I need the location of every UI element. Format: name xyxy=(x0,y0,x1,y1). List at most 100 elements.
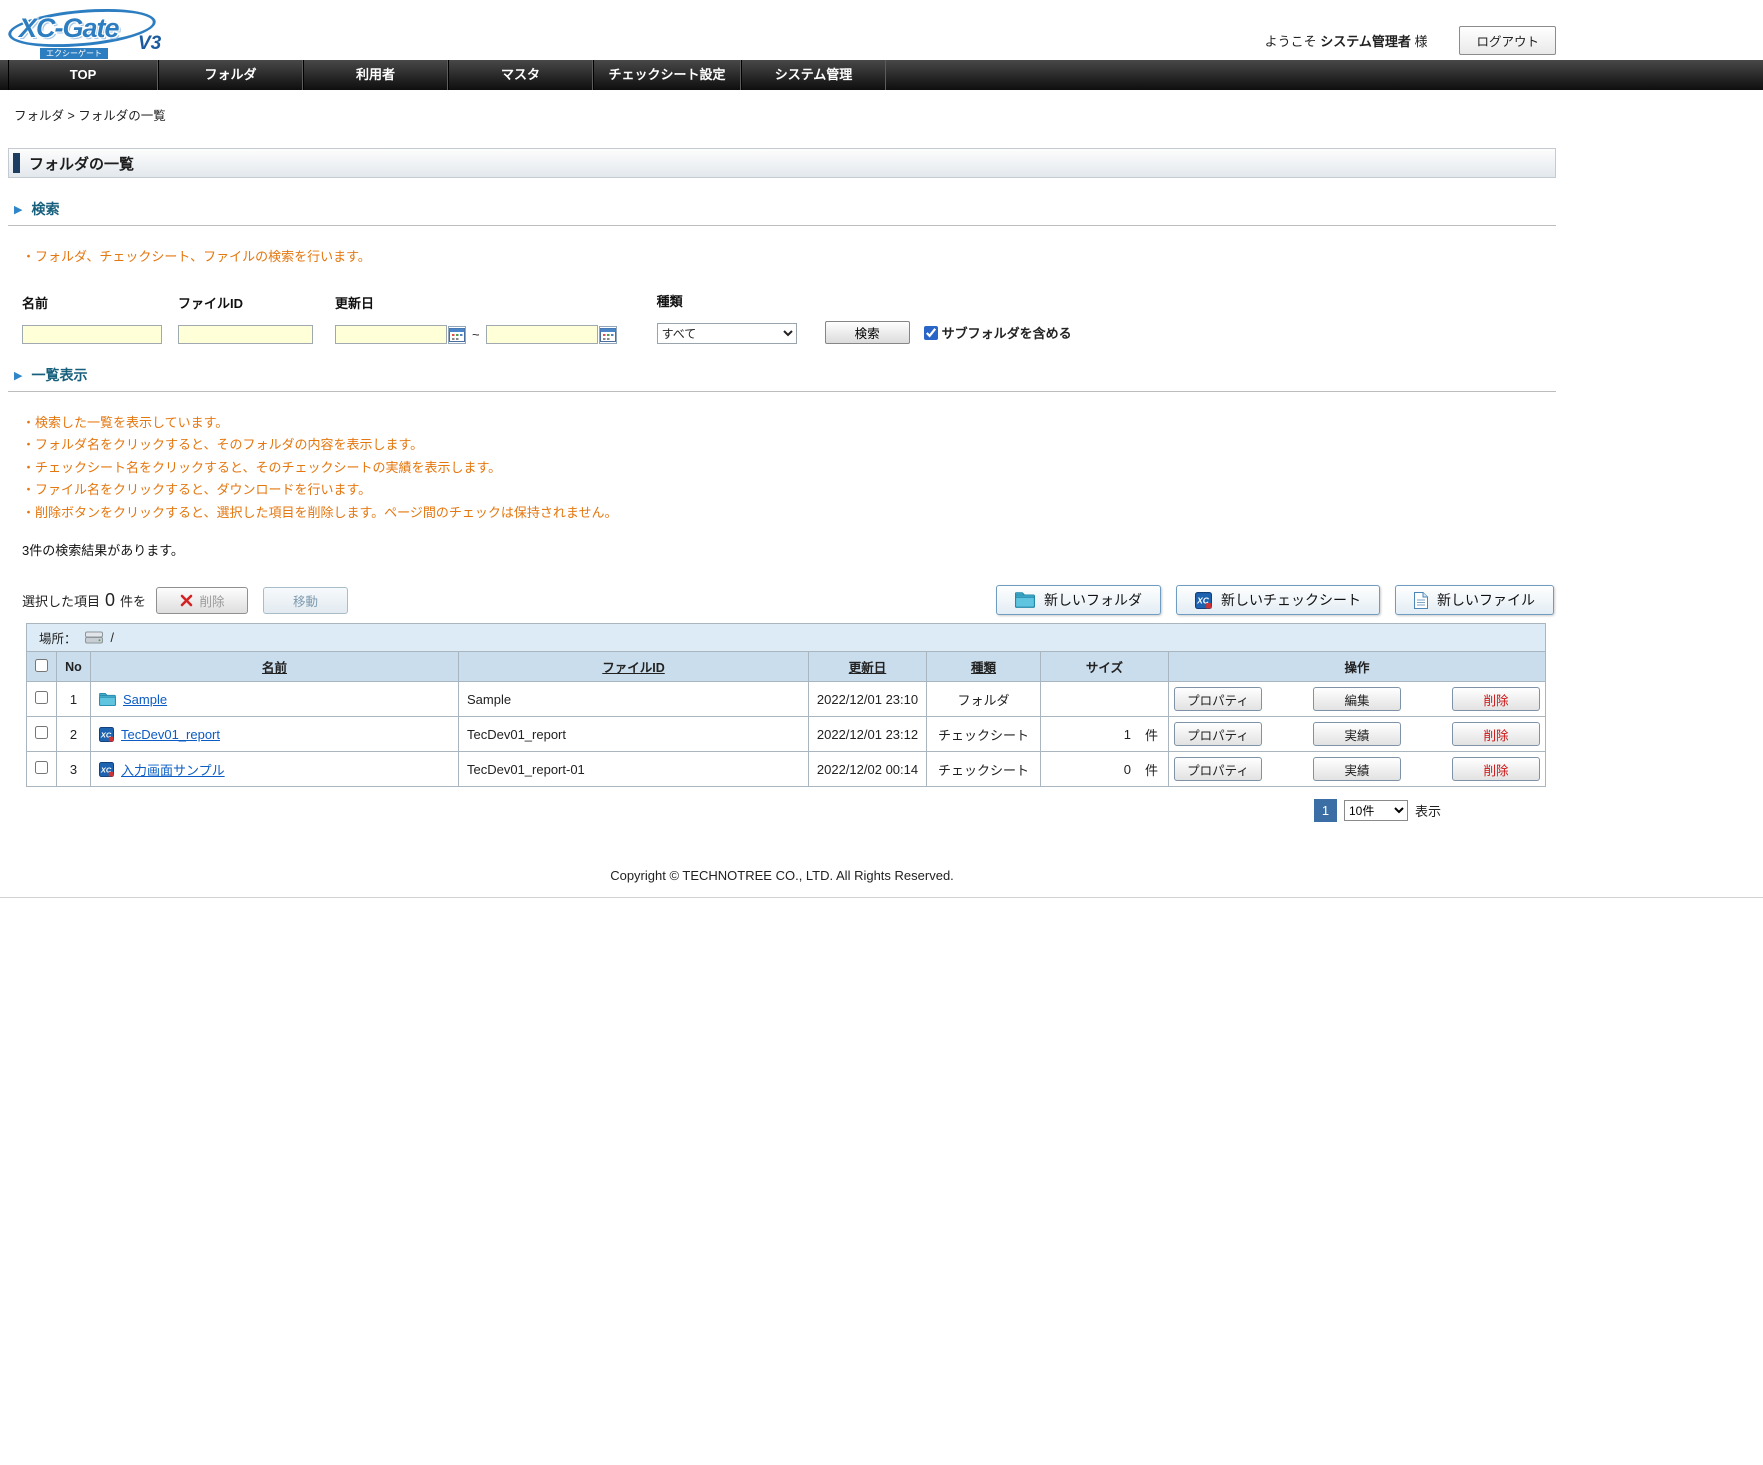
row-name-link[interactable]: Sample xyxy=(123,692,167,707)
location-label: 場所： xyxy=(39,628,77,647)
name-field: 名前 xyxy=(22,293,162,344)
row-checkbox[interactable] xyxy=(35,726,48,739)
file-id-label: ファイルID xyxy=(178,293,313,312)
col-header-size: サイズ xyxy=(1041,652,1169,682)
nav-item-users[interactable]: 利用者 xyxy=(303,60,448,90)
row-actions-cell: プロパティ 実績 削除 xyxy=(1169,752,1546,787)
create-buttons: 新しいフォルダ XC 新しいチェックシート 新しいファイル xyxy=(996,585,1554,615)
help-line: ・検索した一覧を表示しています。 xyxy=(22,412,1556,434)
row-checkbox[interactable] xyxy=(35,761,48,774)
breadcrumb-current: フォルダの一覧 xyxy=(78,109,166,123)
breadcrumb: フォルダ > フォルダの一覧 xyxy=(14,105,1556,124)
row-checkbox-cell xyxy=(27,717,57,752)
date-from-input[interactable] xyxy=(335,325,447,344)
subfolder-checkbox[interactable] xyxy=(924,326,938,340)
col-header-updated[interactable]: 更新日 xyxy=(809,652,927,682)
property-button[interactable]: プロパティ xyxy=(1174,757,1262,781)
help-line: ・ファイル名をクリックすると、ダウンロードを行います。 xyxy=(22,479,1556,501)
help-line: ・チェックシート名をクリックすると、そのチェックシートの実績を表示します。 xyxy=(22,457,1556,479)
edit-button[interactable]: 編集 xyxy=(1313,687,1401,711)
calendar-icon-button[interactable] xyxy=(448,326,466,344)
breadcrumb-folder[interactable]: フォルダ xyxy=(14,109,64,123)
new-file-button[interactable]: 新しいファイル xyxy=(1395,585,1554,615)
updated-date-field: 更新日 ~ xyxy=(335,293,617,344)
bottom-divider xyxy=(0,897,1763,898)
list-help-text: ・検索した一覧を表示しています。 ・フォルダ名をクリックすると、そのフォルダの内… xyxy=(22,412,1556,524)
search-section-title: 検索 xyxy=(31,199,59,219)
per-page-select[interactable]: 10件 xyxy=(1344,800,1408,821)
type-select[interactable]: すべて xyxy=(657,323,797,344)
table-header-row: No 名前 ファイルID 更新日 種類 サイズ 操作 xyxy=(27,652,1546,682)
row-type: チェックシート xyxy=(927,717,1041,752)
col-header-file-id[interactable]: ファイルID xyxy=(459,652,809,682)
nav-item-master[interactable]: マスタ xyxy=(448,60,593,90)
drive-icon[interactable] xyxy=(85,631,103,644)
property-button[interactable]: プロパティ xyxy=(1174,687,1262,711)
triangle-right-icon: ▶ xyxy=(14,369,22,382)
nav-item-checksheet-settings[interactable]: チェックシート設定 xyxy=(593,60,741,90)
breadcrumb-separator: > xyxy=(68,109,75,123)
bulk-delete-label: 削除 xyxy=(200,591,225,610)
results-button[interactable]: 実績 xyxy=(1313,722,1401,746)
row-size-unit: 件 xyxy=(1145,760,1158,779)
new-folder-button[interactable]: 新しいフォルダ xyxy=(996,585,1161,615)
nav-item-system-admin[interactable]: システム管理 xyxy=(741,60,886,90)
logout-button[interactable]: ログアウト xyxy=(1459,26,1556,55)
col-header-no: No xyxy=(57,652,91,682)
row-updated: 2022/12/02 00:14 xyxy=(809,752,927,787)
nav-item-top[interactable]: TOP xyxy=(8,60,158,90)
bulk-move-button[interactable]: 移動 xyxy=(263,587,348,614)
delete-button[interactable]: 削除 xyxy=(1452,722,1540,746)
search-section-header[interactable]: ▶ 検索 xyxy=(8,194,1556,226)
row-size-cell xyxy=(1041,682,1169,717)
new-file-label: 新しいファイル xyxy=(1437,590,1535,610)
row-name-link[interactable]: TecDev01_report xyxy=(121,727,220,742)
header-right: ようこそ システム管理者 様 ログアウト xyxy=(1265,26,1556,55)
nav-item-folder[interactable]: フォルダ xyxy=(158,60,303,90)
selected-items-prefix: 選択した項目 xyxy=(22,591,100,610)
row-size-value: 0 xyxy=(1124,762,1131,777)
calendar-icon-button[interactable] xyxy=(599,326,617,344)
results-button[interactable]: 実績 xyxy=(1313,757,1401,781)
list-section-title: 一覧表示 xyxy=(31,365,87,385)
select-all-checkbox[interactable] xyxy=(35,659,48,672)
name-input[interactable] xyxy=(22,325,162,344)
date-to-input[interactable] xyxy=(486,325,598,344)
title-accent-bar xyxy=(13,153,20,173)
page-title-bar: フォルダの一覧 xyxy=(8,148,1556,178)
row-file-id: TecDev01_report xyxy=(459,717,809,752)
row-name-cell: XC TecDev01_report xyxy=(91,717,459,752)
new-checksheet-button[interactable]: XC 新しいチェックシート xyxy=(1176,585,1380,615)
bulk-delete-button[interactable]: 削除 xyxy=(156,587,248,614)
selected-items-suffix: 件を xyxy=(120,591,146,610)
search-button[interactable]: 検索 xyxy=(825,321,910,344)
row-checkbox[interactable] xyxy=(35,691,48,704)
logo-version: V3 xyxy=(138,33,161,55)
page-number-button[interactable]: 1 xyxy=(1314,799,1337,822)
file-id-field: ファイルID xyxy=(178,293,313,344)
xc-gate-logo[interactable]: XC-Gate V3 エクシーゲート xyxy=(8,6,208,60)
row-name-link[interactable]: 入力画面サンプル xyxy=(121,760,225,779)
row-updated: 2022/12/01 23:12 xyxy=(809,717,927,752)
footer: Copyright © TECHNOTREE CO., LTD. All Rig… xyxy=(8,868,1556,883)
help-line: ・削除ボタンをクリックすると、選択した項目を削除します。ページ間のチェックは保持… xyxy=(22,502,1556,524)
checksheet-icon: XC xyxy=(1195,592,1212,609)
property-button[interactable]: プロパティ xyxy=(1174,722,1262,746)
list-section-header[interactable]: ▶ 一覧表示 xyxy=(8,360,1556,392)
row-number: 3 xyxy=(57,752,91,787)
calendar-icon xyxy=(449,327,465,343)
table-row: 3 XC 入力画面サンプル TecDev01_report-01 2022/12… xyxy=(27,752,1546,787)
delete-button[interactable]: 削除 xyxy=(1452,757,1540,781)
row-actions-cell: プロパティ 実績 削除 xyxy=(1169,717,1546,752)
delete-button[interactable]: 削除 xyxy=(1452,687,1540,711)
row-name-cell: Sample xyxy=(91,682,459,717)
col-header-name[interactable]: 名前 xyxy=(91,652,459,682)
logo-text: XC-Gate xyxy=(19,13,119,44)
select-all-cell xyxy=(27,652,57,682)
row-updated: 2022/12/01 23:10 xyxy=(809,682,927,717)
col-header-type[interactable]: 種類 xyxy=(927,652,1041,682)
row-size-unit: 件 xyxy=(1145,725,1158,744)
file-id-input[interactable] xyxy=(178,325,313,344)
checksheet-icon: XC xyxy=(99,727,114,742)
logo-subtitle: エクシーゲート xyxy=(40,48,108,59)
